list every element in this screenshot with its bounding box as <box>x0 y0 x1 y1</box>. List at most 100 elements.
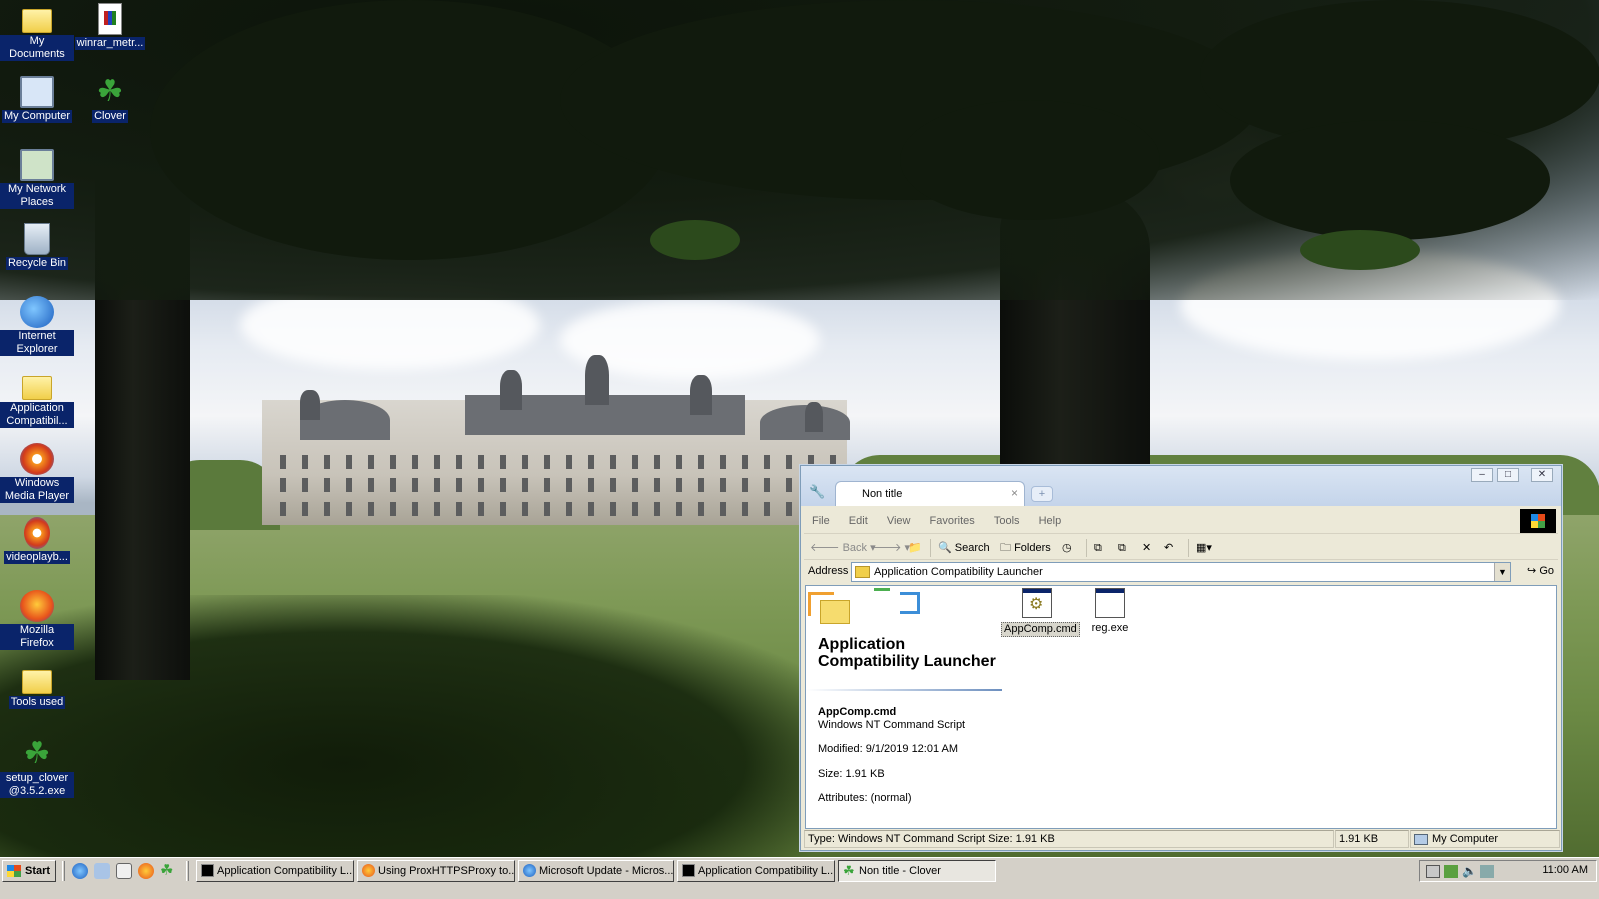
task-microsoft-update[interactable]: Microsoft Update - Micros... <box>518 860 674 882</box>
address-bar: Address Application Compatibility Launch… <box>804 561 1558 583</box>
desktop-icon-firefox[interactable]: Mozilla Firefox <box>0 590 74 650</box>
menu-tools[interactable]: Tools <box>986 508 1028 534</box>
desktop-icon-my-computer[interactable]: My Computer <box>0 76 74 123</box>
task-label: Application Compatibility L... <box>217 865 354 877</box>
forward-arrow-icon: 🡒 ▾ <box>872 542 911 554</box>
address-label: Address <box>808 565 849 577</box>
views-button[interactable]: ▦▾ <box>1196 538 1212 558</box>
clock[interactable]: 11:00 AM <box>1542 864 1588 876</box>
back-arrow-icon: 🡐 <box>810 542 840 554</box>
media-player-icon <box>20 443 54 475</box>
close-button[interactable]: ✕ <box>1531 468 1553 482</box>
quicklaunch-desktop-icon[interactable] <box>116 863 132 879</box>
desktop-icon-tools-used[interactable]: Tools used <box>0 664 74 709</box>
menu-file[interactable]: File <box>804 508 838 534</box>
tray-network-icon[interactable] <box>1444 865 1458 878</box>
desktop-icon-winrar[interactable]: winrar_metr... <box>73 3 147 50</box>
back-label: Back <box>842 542 868 554</box>
desktop-icon-label: winrar_metr... <box>74 37 146 50</box>
file-name: AppComp.cmd <box>1001 622 1080 637</box>
menu-bar: File Edit View Favorites Tools Help <box>804 508 1558 534</box>
selected-file-type: Windows NT Command Script <box>818 719 966 731</box>
history-button[interactable]: ◷ <box>1062 538 1072 558</box>
maximize-button[interactable]: □ <box>1497 468 1519 482</box>
task-proxhttpsproxy[interactable]: Using ProxHTTPSProxy to... <box>357 860 515 882</box>
desktop-icon-label: Windows Media Player <box>0 477 74 503</box>
move-to-icon: ⧉ <box>1094 542 1102 554</box>
quicklaunch-ie-icon[interactable] <box>72 863 88 879</box>
desktop-icon-label: Mozilla Firefox <box>0 624 74 650</box>
desktop-icon-label: My Network Places <box>0 183 74 209</box>
quicklaunch-outlook-icon[interactable] <box>94 863 110 879</box>
internet-explorer-icon <box>20 296 54 328</box>
new-tab-button[interactable]: + <box>1031 486 1053 502</box>
quicklaunch-clover-icon[interactable]: ☘ <box>160 863 176 879</box>
task-label: Non title - Clover <box>859 865 941 877</box>
menu-favorites[interactable]: Favorites <box>922 508 983 534</box>
tray-connection-icon[interactable] <box>1480 865 1494 878</box>
menu-view[interactable]: View <box>879 508 919 534</box>
start-button[interactable]: Start <box>2 860 56 882</box>
search-icon: 🔍 <box>938 542 952 554</box>
desktop-icon-label: setup_clover @3.5.2.exe <box>0 772 74 798</box>
folders-button[interactable]: 🗀 Folders <box>1000 538 1051 558</box>
desktop-icon-videoplayback[interactable]: videoplayb... <box>0 517 74 564</box>
folder-banner-icon <box>808 588 924 628</box>
folders-label: Folders <box>1014 542 1051 554</box>
move-to-button[interactable]: ⧉ <box>1094 538 1102 558</box>
task-non-title-clover[interactable]: ☘ Non title - Clover <box>838 860 996 882</box>
desktop-icon-my-documents[interactable]: My Documents <box>0 3 74 61</box>
address-input[interactable]: Application Compatibility Launcher ▼ <box>851 562 1511 582</box>
cmd-icon <box>682 864 695 877</box>
folder-content[interactable]: Application Compatibility Launcher AppCo… <box>805 585 1557 829</box>
go-label: Go <box>1539 565 1554 577</box>
task-app-compat-1[interactable]: Application Compatibility L... <box>196 860 354 882</box>
minimize-button[interactable]: – <box>1471 468 1493 482</box>
wrench-icon[interactable]: 🔧 <box>809 484 825 500</box>
back-button[interactable]: 🡐 Back ▾ <box>810 538 876 558</box>
undo-icon: ↶ <box>1164 542 1174 554</box>
tab-non-title[interactable]: Non title × <box>835 481 1025 506</box>
start-label: Start <box>25 865 51 877</box>
file-item-reg[interactable]: reg.exe <box>1074 588 1146 635</box>
task-label: Microsoft Update - Micros... <box>539 865 674 877</box>
address-dropdown-icon[interactable]: ▼ <box>1494 563 1510 581</box>
undo-button[interactable]: ↶ <box>1164 538 1173 558</box>
quicklaunch-firefox-icon[interactable] <box>138 863 154 879</box>
menu-help[interactable]: Help <box>1031 508 1070 534</box>
desktop-icon-media-player[interactable]: Windows Media Player <box>0 443 74 503</box>
desktop-icon-app-compat-folder[interactable]: Application Compatibil... <box>0 370 74 428</box>
folder-icon <box>22 376 52 400</box>
go-button[interactable]: ↪ Go <box>1527 564 1554 577</box>
toolbar: 🡐 Back ▾ 🡒 ▾ 📁 🔍 Search 🗀 Folders ◷ ⧉ ⧉ … <box>804 536 1558 560</box>
copy-to-button[interactable]: ⧉ <box>1118 538 1126 558</box>
desktop-icon-internet-explorer[interactable]: Internet Explorer <box>0 296 74 356</box>
computer-icon <box>1414 833 1428 845</box>
desktop-icon-network-places[interactable]: My Network Places <box>0 149 74 209</box>
task-label: Application Compatibility L... <box>698 865 835 877</box>
title-bar[interactable]: 🔧 Non title × + – □ ✕ <box>801 466 1561 506</box>
desktop-icon-label: Clover <box>92 110 128 123</box>
tab-close-icon[interactable]: × <box>1011 486 1018 500</box>
desktop-icon-clover[interactable]: ☘ Clover <box>73 76 147 123</box>
forward-button[interactable]: 🡒 ▾ <box>872 538 910 558</box>
clover-icon: ☘ <box>96 75 124 108</box>
volume-icon[interactable]: 🔈 <box>1462 865 1477 878</box>
search-button[interactable]: 🔍 Search <box>938 538 990 558</box>
winrar-archive-icon <box>98 3 122 35</box>
menu-edit[interactable]: Edit <box>841 508 876 534</box>
status-bar: Type: Windows NT Command Script Size: 1.… <box>804 830 1560 848</box>
desktop-icon-setup-clover[interactable]: ☘ setup_clover @3.5.2.exe <box>0 738 74 798</box>
task-app-compat-2[interactable]: Application Compatibility L... <box>677 860 835 882</box>
desktop-icon-recycle-bin[interactable]: Recycle Bin <box>0 223 74 270</box>
info-pane-title: Application Compatibility Launcher <box>818 636 996 670</box>
up-folder-button[interactable]: 📁 <box>908 538 922 558</box>
desktop-icon-label: Recycle Bin <box>5 257 69 270</box>
task-label: Using ProxHTTPSProxy to... <box>378 865 515 877</box>
recycle-bin-icon <box>24 223 50 255</box>
tray-app-icon[interactable] <box>1426 865 1440 878</box>
desktop-icon-label: My Computer <box>1 110 73 123</box>
file-item-appcomp[interactable]: AppComp.cmd <box>1001 588 1080 637</box>
delete-button[interactable]: ✕ <box>1142 538 1151 558</box>
firefox-icon <box>362 864 375 877</box>
